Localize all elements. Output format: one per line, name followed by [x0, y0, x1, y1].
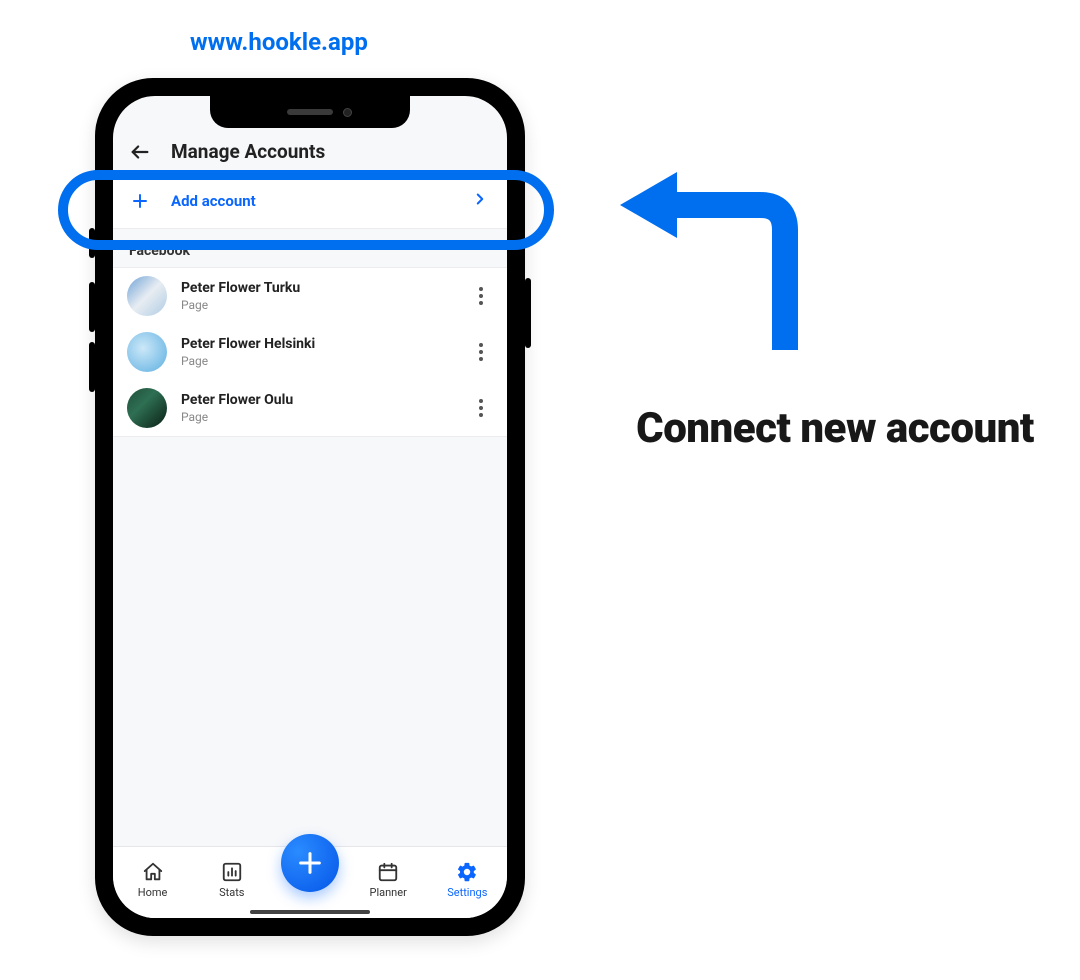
nav-planner[interactable]: Planner: [358, 861, 418, 899]
avatar: [127, 388, 167, 428]
account-text: Peter Flower Oulu Page: [181, 392, 469, 424]
chevron-right-icon: [471, 190, 489, 212]
bottom-nav: Home Stats Planner Setti: [113, 846, 507, 918]
callout-arrow-icon: [615, 160, 815, 360]
avatar: [127, 332, 167, 372]
more-menu-button[interactable]: [469, 284, 493, 308]
arrow-left-icon: [129, 141, 151, 163]
phone-camera: [343, 108, 352, 117]
section-header-facebook: Facebook: [113, 229, 507, 267]
plus-icon: [296, 849, 324, 877]
home-icon: [142, 861, 164, 883]
nav-label: Planner: [370, 886, 407, 899]
account-name: Peter Flower Oulu: [181, 392, 469, 408]
account-name: Peter Flower Turku: [181, 280, 469, 296]
nav-label: Settings: [447, 886, 487, 899]
avatar: [127, 276, 167, 316]
fab-new-post[interactable]: [281, 834, 339, 892]
account-row[interactable]: Peter Flower Oulu Page: [113, 380, 507, 436]
account-subtitle: Page: [181, 410, 469, 424]
account-list: Peter Flower Turku Page Peter Flower Hel…: [113, 267, 507, 437]
account-row[interactable]: Peter Flower Turku Page: [113, 268, 507, 324]
account-text: Peter Flower Turku Page: [181, 280, 469, 312]
phone-speaker: [287, 109, 333, 115]
url-label: www.hookle.app: [190, 28, 368, 56]
add-account-label: Add account: [171, 192, 471, 210]
more-menu-button[interactable]: [469, 396, 493, 420]
account-name: Peter Flower Helsinki: [181, 336, 469, 352]
nav-stats[interactable]: Stats: [202, 861, 262, 899]
phone-side-button: [89, 342, 95, 392]
phone-side-button: [89, 228, 95, 258]
more-menu-button[interactable]: [469, 340, 493, 364]
gear-icon: [456, 861, 478, 883]
phone-screen: Manage Accounts Add account Facebook Pet…: [113, 96, 507, 918]
page-title: Manage Accounts: [171, 140, 325, 163]
nav-label: Stats: [219, 886, 244, 899]
account-subtitle: Page: [181, 298, 469, 312]
add-account-row[interactable]: Add account: [113, 173, 507, 229]
account-row[interactable]: Peter Flower Helsinki Page: [113, 324, 507, 380]
account-text: Peter Flower Helsinki Page: [181, 336, 469, 368]
calendar-icon: [377, 861, 399, 883]
nav-settings[interactable]: Settings: [437, 861, 497, 899]
back-button[interactable]: [129, 141, 151, 163]
stats-icon: [221, 861, 243, 883]
nav-home[interactable]: Home: [123, 861, 183, 899]
nav-label: Home: [138, 886, 168, 899]
callout-text: Connect new account: [620, 405, 1050, 453]
phone-frame: Manage Accounts Add account Facebook Pet…: [95, 78, 525, 936]
home-indicator: [250, 910, 370, 914]
phone-notch: [210, 96, 410, 128]
phone-side-button: [89, 282, 95, 332]
phone-side-button: [525, 278, 531, 348]
account-subtitle: Page: [181, 354, 469, 368]
plus-icon: [131, 192, 149, 210]
